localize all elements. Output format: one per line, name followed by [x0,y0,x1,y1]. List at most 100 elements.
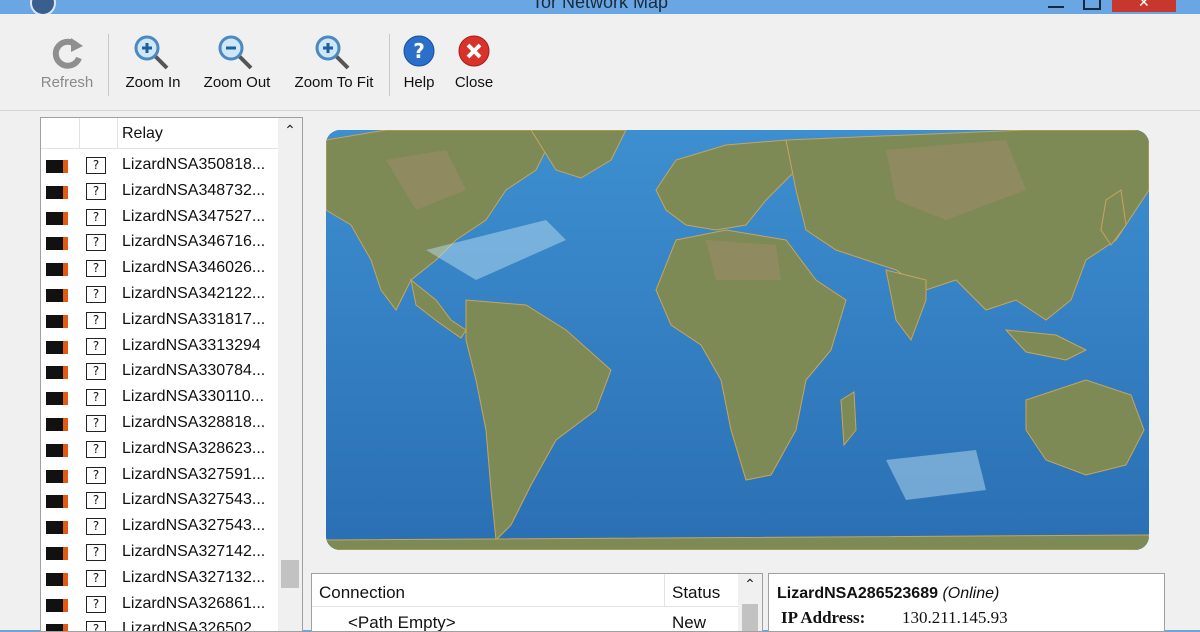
unknown-platform-icon: ? [86,440,106,458]
refresh-button[interactable]: Refresh [36,32,98,100]
unknown-platform-icon: ? [86,492,106,510]
flag-icon [46,237,68,251]
help-label: Help [403,74,435,91]
relay-row[interactable]: ? LizardNSA330784... [41,359,277,385]
zoom-to-fit-button[interactable]: Zoom To Fit [290,32,378,100]
relay-row[interactable]: ? LizardNSA330110... [41,385,277,411]
help-icon: ? [403,35,435,67]
chevron-up-icon[interactable]: ⌃ [738,576,762,593]
refresh-label: Refresh [40,74,94,91]
scrollbar-thumb[interactable] [742,604,758,631]
close-glyph: ✕ [1138,0,1150,10]
relay-name: LizardNSA328818... [122,414,266,431]
relay-name: LizardNSA327142... [122,543,266,560]
relay-name: LizardNSA342122... [122,285,266,302]
unknown-platform-icon: ? [86,466,106,484]
toolbar-separator [389,34,390,96]
relay-name: LizardNSA326502... [122,620,266,632]
connection-status: New [672,613,707,632]
relay-row[interactable]: ? LizardNSA346026... [41,256,277,282]
ip-address-value: 130.211.145.93 [902,608,1008,627]
zoom-out-label: Zoom Out [203,74,271,91]
connection-list[interactable]: Connection Status <Path Empty> New ⌃ [311,573,763,632]
relay-row[interactable]: ? LizardNSA347527... [41,205,277,231]
zoom-in-button[interactable]: Zoom In [120,32,186,100]
relay-list-scrollbar[interactable]: ⌃ [278,118,302,631]
window-title: Tor Network Map [531,0,669,12]
unknown-platform-icon: ? [86,182,106,200]
zoom-out-button[interactable]: Zoom Out [200,32,274,100]
flag-icon [46,211,68,225]
chevron-up-icon[interactable]: ⌃ [278,118,302,142]
relay-details: LizardNSA286523689 (Online) IP Address: … [768,573,1165,632]
relay-list[interactable]: Relay ? LizardNSA350818...? LizardNSA34873… [40,117,303,632]
flag-icon [46,443,68,457]
unknown-platform-icon: ? [86,286,106,303]
relay-row[interactable]: ? LizardNSA342122... [41,282,277,308]
close-button[interactable]: Close [451,32,497,100]
toolbar-separator [108,34,109,96]
relay-name: LizardNSA326861... [122,594,266,612]
column-divider [664,574,665,606]
relay-name: LizardNSA350818... [122,156,266,173]
relay-name: LizardNSA327132... [122,568,266,586]
close-icon [458,35,490,67]
relay-row[interactable]: ? LizardNSA327543... [41,514,277,540]
relay-row[interactable]: ? LizardNSA328818... [41,411,277,437]
flag-icon [46,340,68,354]
unknown-platform-icon: ? [86,621,106,631]
column-divider [79,118,80,148]
relay-row[interactable]: ? LizardNSA327132... [41,566,277,592]
scrollbar-thumb[interactable] [281,560,299,588]
relay-status: (Online) [942,585,1000,602]
relay-row[interactable]: ? LizardNSA331817... [41,308,277,334]
relay-column-header[interactable]: Relay [122,125,163,143]
relay-name: LizardNSA346026... [122,259,266,277]
unknown-platform-icon: ? [86,595,106,613]
window-close-button[interactable]: ✕ [1112,0,1176,12]
unknown-platform-icon: ? [86,415,106,432]
status-column-header[interactable]: Status [672,583,720,603]
relay-row[interactable]: ? LizardNSA346716... [41,230,277,256]
relay-row[interactable]: ? LizardNSA348732... [41,179,277,205]
relay-name: LizardNSA347527... [122,207,266,225]
svg-text:?: ? [413,39,425,63]
title-bar[interactable]: Tor Network Map ✕ [0,0,1200,14]
connection-list-header: Connection Status [312,574,738,607]
flag-icon [46,314,68,328]
minimize-button[interactable] [1048,0,1064,8]
refresh-icon [52,38,83,69]
maximize-button[interactable] [1083,0,1101,10]
relay-row[interactable]: ? LizardNSA327142... [41,540,277,566]
connection-column-header[interactable]: Connection [319,583,405,603]
relay-name: LizardNSA348732... [122,181,266,199]
flag-icon [46,418,68,431]
zoom-in-icon [134,35,169,70]
flag-icon [46,160,68,173]
close-label: Close [454,74,494,91]
relay-row[interactable]: ? LizardNSA328623... [41,437,277,463]
flag-icon [46,185,68,199]
relay-name: LizardNSA331817... [122,310,266,328]
relay-row[interactable]: ? LizardNSA350818... [41,153,277,179]
relay-row[interactable]: ? LizardNSA3313294 [41,334,277,360]
relay-name: LizardNSA3313294 [122,336,261,354]
unknown-platform-icon: ? [86,260,106,278]
relay-name: LizardNSA327591... [122,465,266,483]
unknown-platform-icon: ? [86,389,106,407]
relay-row[interactable]: ? LizardNSA327543... [41,488,277,514]
flag-icon [46,495,68,509]
unknown-platform-icon: ? [86,157,106,174]
unknown-platform-icon: ? [86,337,106,355]
world-map[interactable] [326,130,1149,550]
connection-list-scrollbar[interactable]: ⌃ [738,574,762,631]
flag-icon [46,624,68,631]
zoom-in-label: Zoom In [125,74,181,91]
relay-row[interactable]: ? LizardNSA326861... [41,592,277,618]
relay-row[interactable]: ? LizardNSA327591... [41,463,277,489]
flag-icon [46,392,68,406]
flag-icon [46,547,68,560]
help-button[interactable]: ? Help [400,32,438,100]
zoom-to-fit-icon [315,35,350,70]
zoom-out-icon [218,35,253,70]
